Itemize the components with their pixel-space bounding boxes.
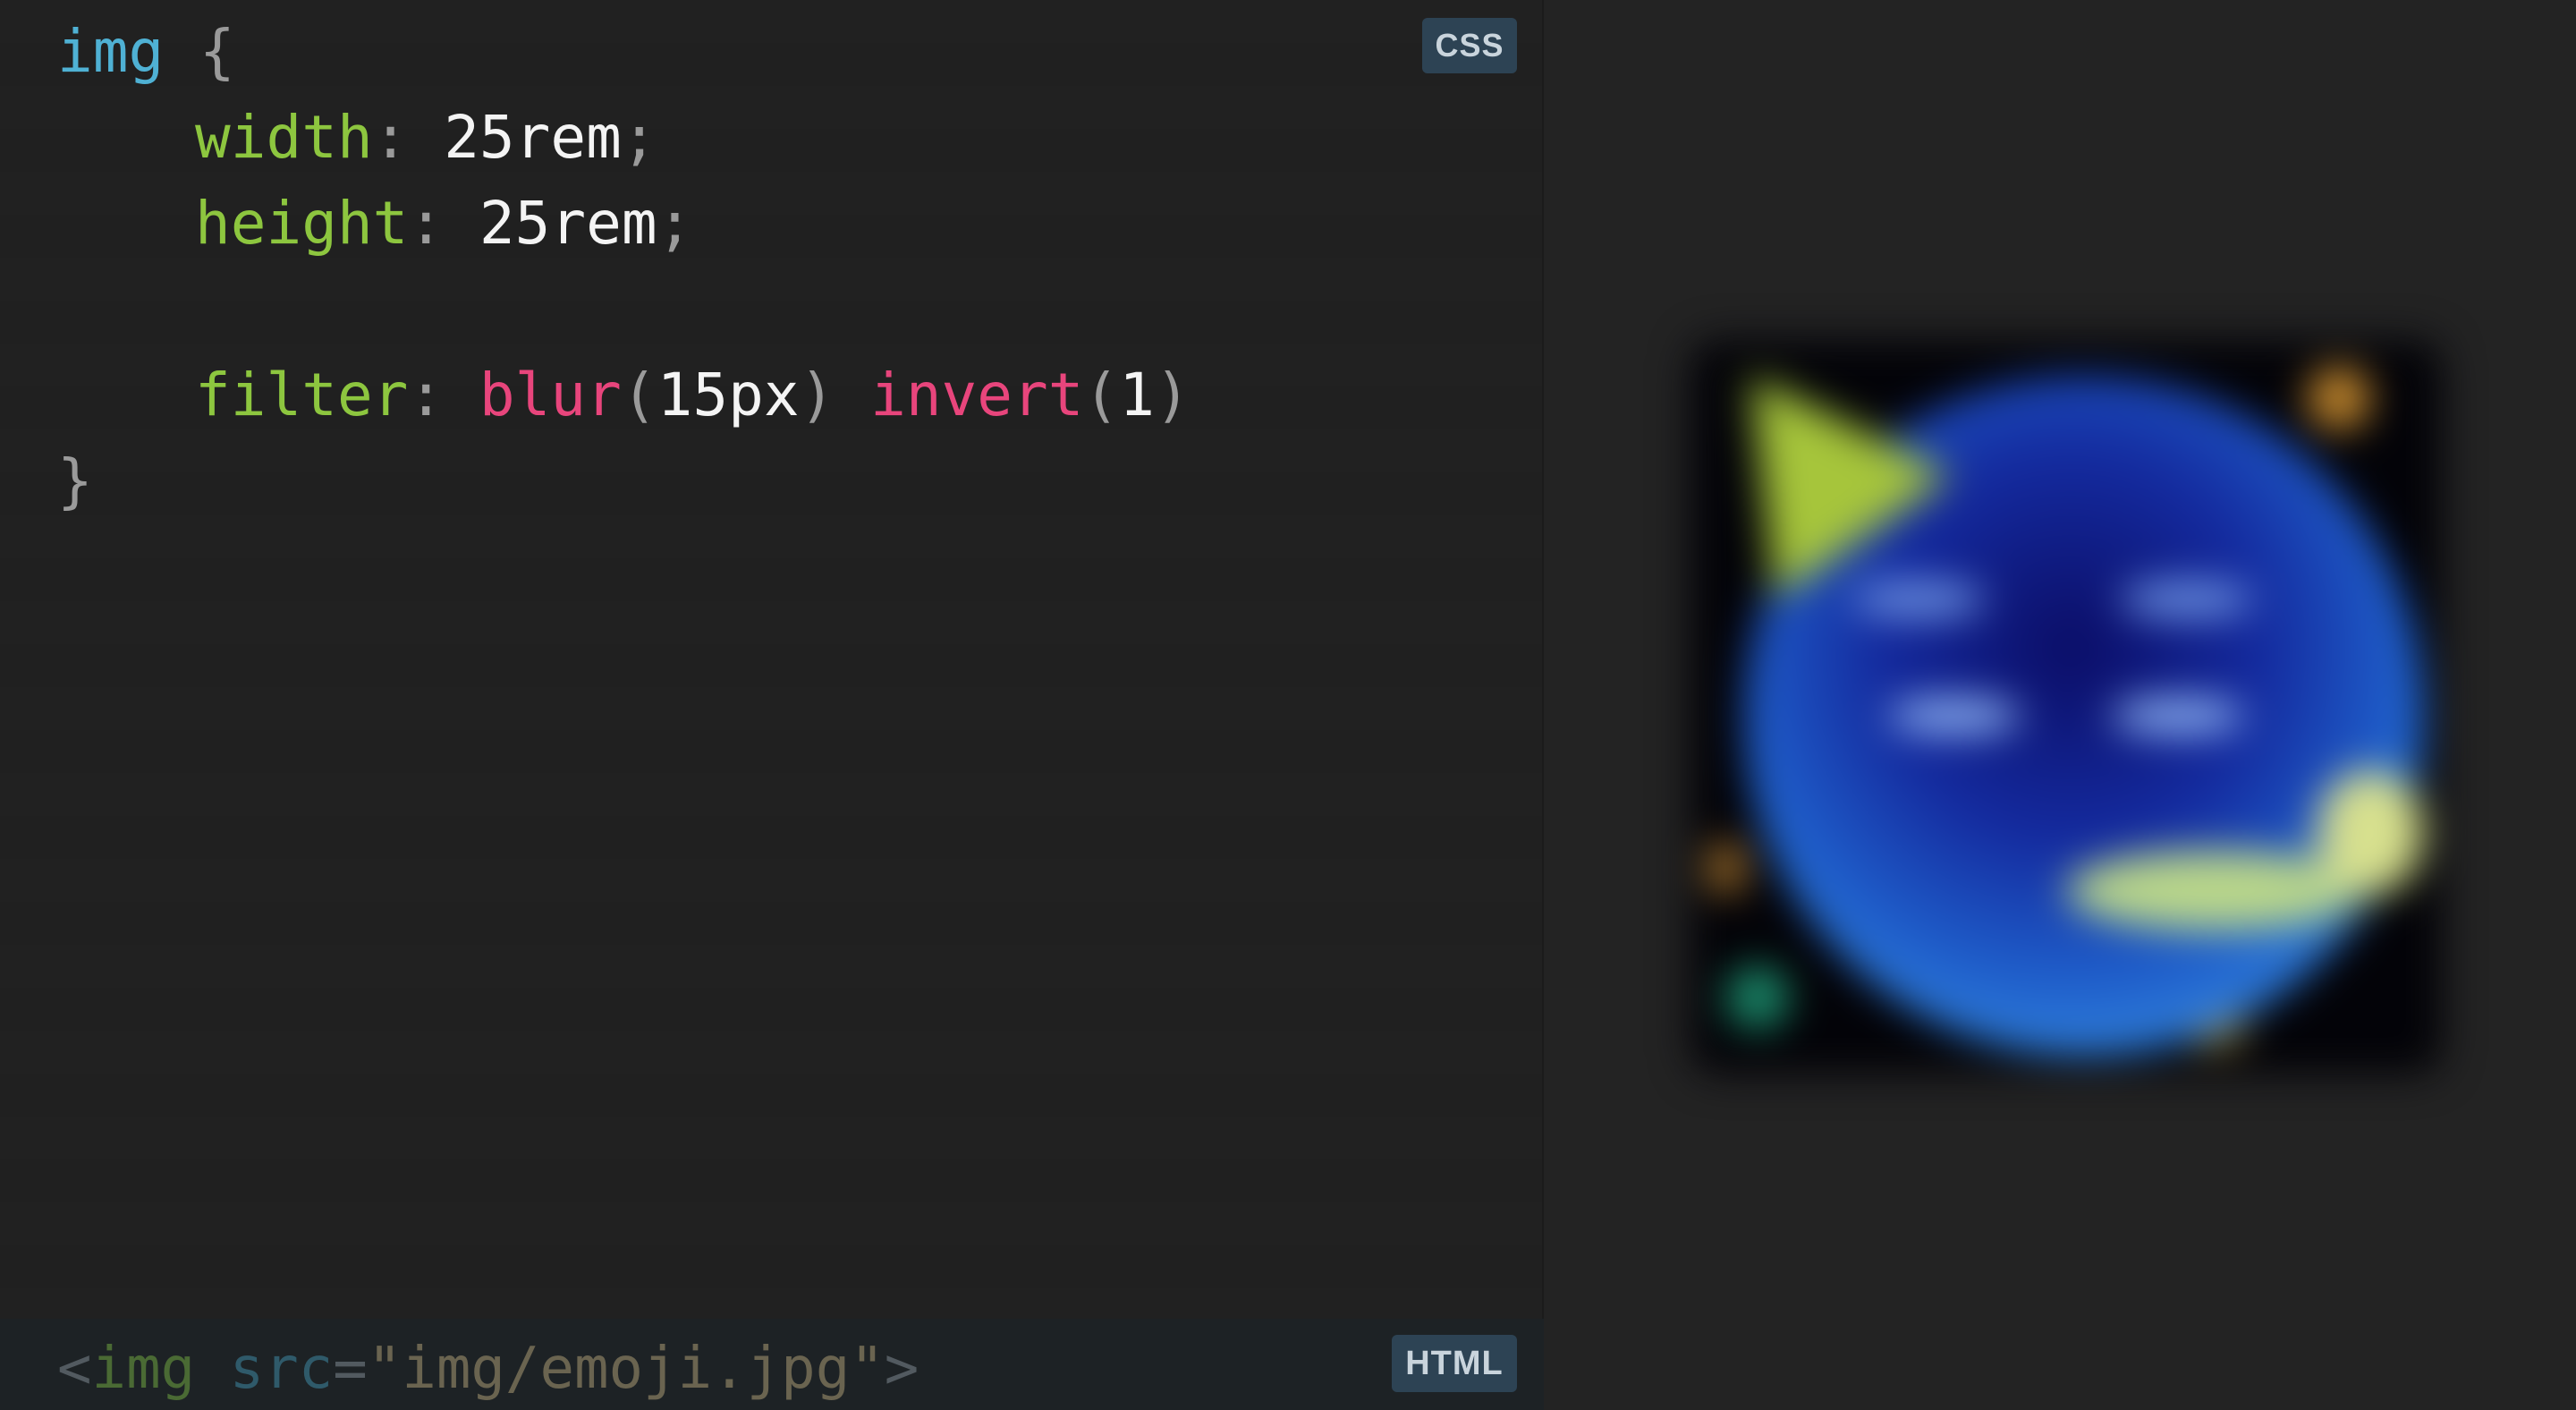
css-editor[interactable]: img {width: 25rem; height: 25rem; filter: … xyxy=(0,0,1544,1410)
confetti-dot xyxy=(2308,367,2370,429)
html-attr-value: img/emoji.jpg xyxy=(402,1336,851,1402)
paren-close: ) xyxy=(799,361,835,429)
code-line-close: } xyxy=(57,438,1191,524)
semicolon: ; xyxy=(657,189,693,258)
html-quote-open: " xyxy=(367,1336,402,1402)
css-value-width: 25rem xyxy=(444,103,622,172)
css-code[interactable]: img {width: 25rem; height: 25rem; filter: … xyxy=(57,9,1191,524)
confetti-dot xyxy=(1708,841,1744,895)
css-function-invert: invert xyxy=(870,361,1084,429)
html-tag: img xyxy=(91,1336,196,1402)
confetti-dot xyxy=(1726,966,1789,1029)
html-editor[interactable]: <img src="img/emoji.jpg"> HTML xyxy=(0,1319,1544,1410)
css-arg-invert: 1 xyxy=(1119,361,1155,429)
code-line-height: height: 25rem; xyxy=(57,181,1191,267)
emoji-eye xyxy=(2120,582,2254,617)
html-eq: = xyxy=(333,1336,368,1402)
css-selector: img xyxy=(57,17,165,86)
html-code[interactable]: <img src="img/emoji.jpg"> xyxy=(57,1319,919,1410)
emoji-highlight xyxy=(2317,769,2424,895)
code-line-width: width: 25rem; xyxy=(57,95,1191,181)
open-brace: { xyxy=(199,17,235,86)
css-property-height: height xyxy=(195,189,409,258)
code-line-selector: img { xyxy=(57,9,1191,95)
colon: : xyxy=(372,103,409,172)
code-line-filter: filter: blur(15px) invert(1) xyxy=(57,352,1191,438)
html-attr: src xyxy=(229,1336,334,1402)
code-line-empty xyxy=(57,267,1191,352)
paren-open: ( xyxy=(1083,361,1120,429)
css-property-width: width xyxy=(195,103,373,172)
css-property-filter: filter xyxy=(195,361,409,429)
code-playground: img {width: 25rem; height: 25rem; filter: … xyxy=(0,0,2576,1410)
html-gt: > xyxy=(884,1336,919,1402)
html-language-badge: HTML xyxy=(1392,1335,1517,1392)
css-value-height: 25rem xyxy=(479,189,657,258)
paren-open: ( xyxy=(621,361,657,429)
emoji-cheek xyxy=(1887,698,2021,734)
css-language-badge: CSS xyxy=(1422,18,1517,73)
css-function-blur: blur xyxy=(479,361,622,429)
emoji-mouth xyxy=(2066,850,2361,930)
emoji-eye xyxy=(1852,582,1986,617)
emoji-cheek xyxy=(2111,698,2245,734)
emoji-image xyxy=(1662,314,2442,1091)
colon: : xyxy=(408,361,445,429)
html-quote-close: " xyxy=(850,1336,885,1402)
paren-close: ) xyxy=(1155,361,1191,429)
close-brace: } xyxy=(57,446,93,515)
colon: : xyxy=(408,189,445,258)
html-lt: < xyxy=(57,1336,92,1402)
css-arg-blur: 15px xyxy=(657,361,800,429)
semicolon: ; xyxy=(621,103,657,172)
